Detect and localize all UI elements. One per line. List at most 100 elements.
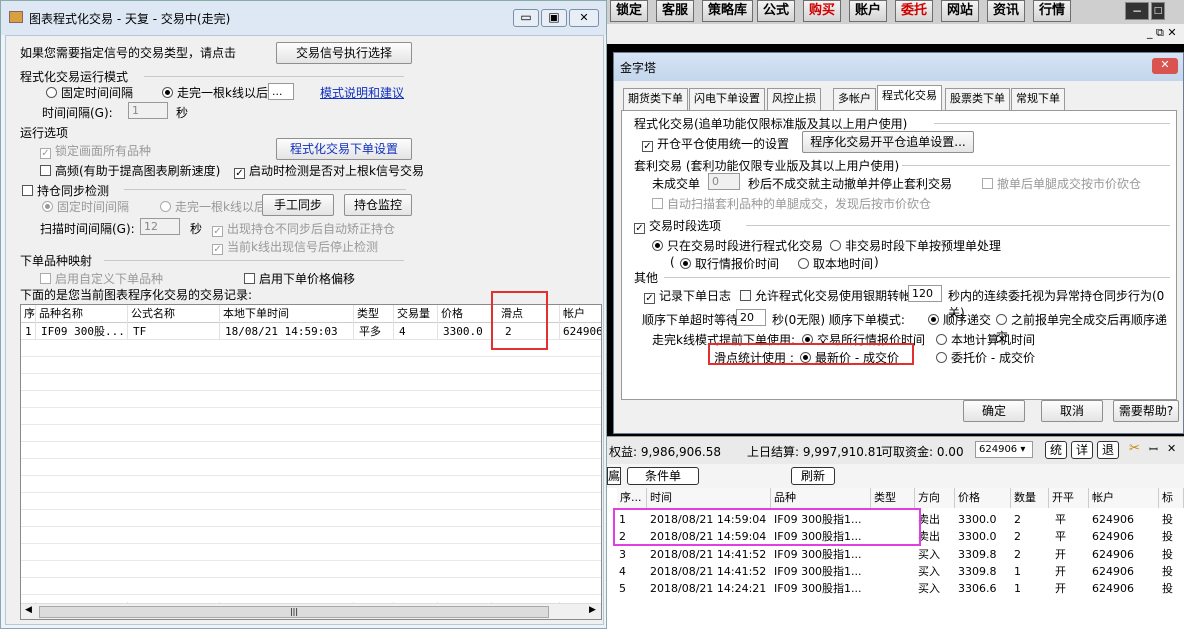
horizontal-scrollbar[interactable]: ◀ ||| ▶ [21, 603, 601, 619]
auto-scan-check[interactable]: 自动扫描套利品种的单腿成交，发现后按市价砍仓 [652, 195, 931, 212]
order-settings-button[interactable]: 程式化交易下单设置 [276, 138, 412, 160]
seq-timeout-input[interactable]: 20 [736, 309, 766, 326]
after-bar-field[interactable]: ... [268, 83, 294, 100]
close-button[interactable]: ✕ [569, 9, 599, 27]
auto-correct-check[interactable]: ✓ 出现持仓不同步后自动矫正持仓 [212, 220, 395, 237]
toolbar-formula[interactable]: 公式 [757, 0, 796, 22]
col-header[interactable]: 类型 [357, 305, 379, 323]
toolbar-account[interactable]: 账户 [849, 0, 888, 22]
col-header[interactable]: 交易量 [397, 305, 430, 323]
slip-order-radio[interactable]: 委托价 - 成交价 [936, 349, 1035, 366]
lock-variety-check[interactable]: ✓ 锁定画面所有品种 [40, 142, 151, 159]
stop-check-check[interactable]: ✓ 当前k线出现信号后停止检测 [212, 238, 378, 255]
col-header[interactable]: 帐户 [1089, 488, 1159, 508]
toolbar-lock[interactable]: 锁定 [610, 0, 649, 22]
col-header[interactable]: 价格 [955, 488, 1011, 508]
tab-left-button[interactable]: 鳸 [607, 467, 621, 485]
custom-variety-check[interactable]: 启用自定义下单品种 [40, 270, 163, 287]
toolbar-service[interactable]: 客服 [656, 0, 695, 22]
cancel-after-check[interactable]: 撤单后单腿成交按市价砍仓 [982, 175, 1141, 192]
tab-flash-order[interactable]: 闪电下单设置 [689, 88, 765, 110]
take-quote-time-radio[interactable]: 取行情报价时间 [680, 255, 779, 272]
col-header[interactable]: 方向 [915, 488, 955, 508]
window-controls-icon[interactable]: _ ⧉ ✕ [1147, 26, 1177, 40]
col-header[interactable]: 时间 [647, 488, 771, 508]
chase-settings-button[interactable]: 程序化交易开平仓追单设置... [802, 131, 974, 153]
toolbar-buy[interactable]: 购买 [803, 0, 842, 22]
tab-programmatic[interactable]: 程式化交易 [877, 85, 942, 111]
col-header[interactable]: 品种名称 [39, 305, 83, 323]
take-local-time-radio[interactable]: 取本地时间 [798, 255, 873, 272]
col-header[interactable]: 帐户 [563, 305, 585, 323]
manual-sync-button[interactable]: 手工同步 [262, 194, 334, 216]
tab-regular-order[interactable]: 常规下单 [1011, 88, 1065, 110]
scroll-right-icon[interactable]: ▶ [589, 605, 596, 615]
scroll-thumb[interactable]: ||| [39, 606, 549, 618]
toolbar-website[interactable]: 网站 [941, 0, 980, 22]
col-header[interactable]: 开平 [1049, 488, 1089, 508]
table-row[interactable]: 4 2018/08/21 14:41:52 IF09 300股指1... 买入 … [607, 563, 1184, 580]
dialog-close-button[interactable]: ✕ [1152, 58, 1178, 74]
col-header[interactable]: 数量 [1011, 488, 1049, 508]
opt-fixed-interval[interactable]: 固定时间间隔 [46, 84, 133, 101]
auto-check-check[interactable]: ✓ 启动时检测是否对上根k信号交易 [234, 162, 424, 179]
pin-icon[interactable]: ꟷ [1149, 442, 1158, 457]
mode-help-link[interactable]: 模式说明和建议 [320, 84, 404, 101]
sync-after-bar-radio[interactable]: 走完一根k线以后 [160, 198, 266, 215]
table-row[interactable]: 3 2018/08/21 14:41:52 IF09 300股指1... 买入 … [607, 546, 1184, 563]
toolbar-market[interactable]: 行情 [1033, 0, 1072, 22]
col-header[interactable]: 品种 [771, 488, 871, 508]
off-period-radio[interactable]: 非交易时段下单按预埋单处理 [830, 237, 1001, 254]
refresh-button[interactable]: 刷新 [791, 467, 835, 485]
minimize-button[interactable]: ▭ [513, 9, 539, 27]
only-in-period-radio[interactable]: 只在交易时段进行程式化交易 [652, 237, 823, 254]
detail-button[interactable]: 详 [1071, 441, 1093, 459]
ok-button[interactable]: 确定 [963, 400, 1025, 422]
col-header[interactable]: 序 [24, 305, 35, 323]
help-button[interactable]: 需要帮助? [1113, 400, 1179, 422]
time-interval-label: 时间间隔(G): [42, 106, 113, 120]
tab-multi-account[interactable]: 多帐户 [833, 88, 876, 110]
position-monitor-button[interactable]: 持仓监控 [344, 194, 412, 216]
trade-period-check[interactable]: ✓ 交易时段选项 [634, 217, 721, 234]
tab-stock-order[interactable]: 股票类下单 [945, 88, 1010, 110]
tab-futures-order[interactable]: 期货类下单 [623, 88, 688, 110]
app-minimize-button[interactable]: − [1125, 2, 1149, 20]
scroll-left-icon[interactable]: ◀ [25, 605, 32, 615]
scan-interval-input[interactable]: 12 [140, 218, 180, 235]
seq-mode-1-radio[interactable]: 顺序递交 [928, 311, 991, 328]
toolbar-news[interactable]: 资讯 [987, 0, 1026, 22]
maximize-button[interactable]: ▣ [541, 9, 567, 27]
opt-after-bar[interactable]: 走完一根k线以后 [162, 84, 268, 101]
early-local-time-radio[interactable]: 本地计算机时间 [936, 331, 1035, 348]
col-header[interactable]: 本地下单时间 [223, 305, 289, 323]
time-interval-input[interactable]: 1 [128, 102, 168, 119]
stat-button[interactable]: 统 [1045, 441, 1067, 459]
toolbar-order[interactable]: 委托 [895, 0, 934, 22]
allow-seconds-input[interactable]: 120 [908, 285, 942, 302]
col-header[interactable]: 序... [617, 488, 647, 508]
panel-close-icon[interactable]: ✕ [1167, 442, 1176, 455]
condition-order-button[interactable]: 条件单 [627, 467, 699, 485]
toolbar-strategy[interactable]: 策略库 [702, 0, 754, 22]
record-log-check[interactable]: ✓ 记录下单日志 [644, 287, 731, 304]
col-header[interactable]: 类型 [871, 488, 915, 508]
sync-check[interactable]: 持仓同步检测 [22, 182, 109, 199]
sync-fixed-radio[interactable]: 固定时间间隔 [42, 198, 129, 215]
exit-button[interactable]: 退 [1097, 441, 1119, 459]
col-header[interactable]: 价格 [441, 305, 463, 323]
col-header[interactable]: 标 [1159, 488, 1184, 508]
app-maximize-button[interactable]: □ [1151, 2, 1165, 20]
allow-transfer-check[interactable]: 允许程式化交易使用银期转帐 [740, 287, 911, 304]
price-offset-check[interactable]: 启用下单价格偏移 [244, 270, 355, 287]
account-select[interactable]: 624906 ▾ [975, 441, 1033, 458]
high-freq-check[interactable]: 高频(有助于提高图表刷新速度) [40, 162, 220, 179]
signal-select-button[interactable]: 交易信号执行选择 [276, 42, 412, 64]
unfilled-input[interactable]: 0 [708, 173, 740, 190]
cancel-dialog-button[interactable]: 取消 [1041, 400, 1103, 422]
unify-open-close-check[interactable]: ✓ 开仓平仓使用统一的设置 [642, 135, 789, 152]
tools-icon[interactable]: ✂ [1129, 441, 1140, 456]
tab-risk-stop[interactable]: 风控止损 [767, 88, 821, 110]
table-row[interactable]: 5 2018/08/21 14:24:21 IF09 300股指1... 买入 … [607, 580, 1184, 597]
col-header[interactable]: 公式名称 [131, 305, 175, 323]
